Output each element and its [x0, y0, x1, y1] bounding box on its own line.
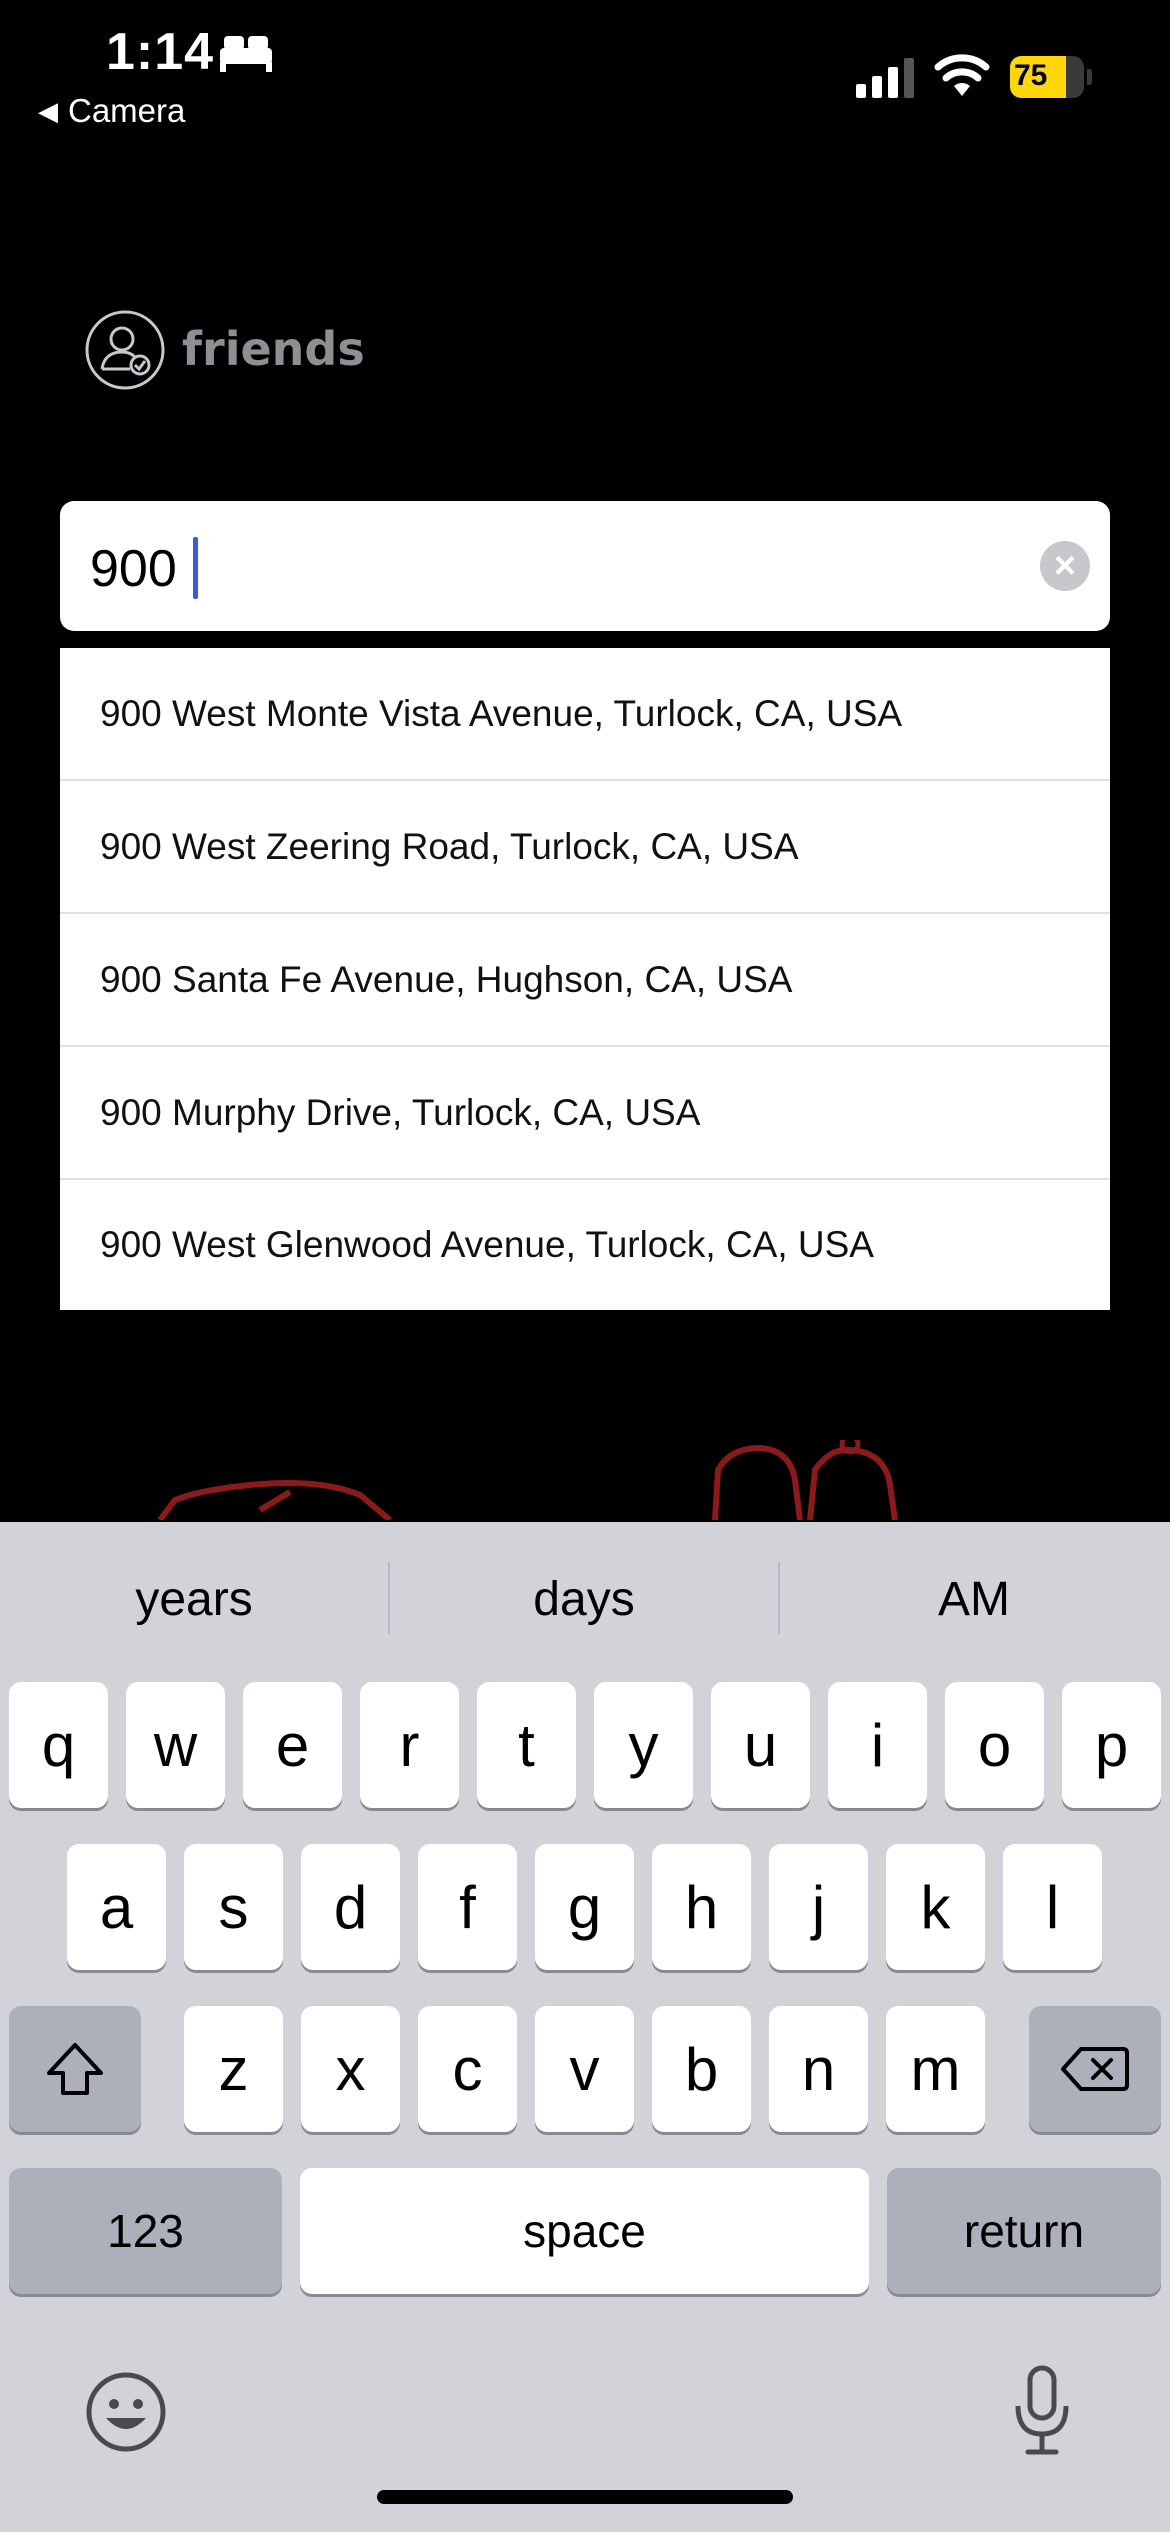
key-a[interactable]: a [67, 1844, 166, 1970]
bed-icon [220, 36, 272, 72]
key-b[interactable]: b [652, 2006, 751, 2132]
status-time: 1:14 [106, 23, 215, 81]
key-f[interactable]: f [418, 1844, 517, 1970]
return-key[interactable]: return [887, 2168, 1161, 2294]
app-logo-text: friends [182, 322, 365, 376]
friend-verified-icon [85, 310, 165, 390]
key-z[interactable]: z [184, 2006, 283, 2132]
back-triangle-icon: ◀ [38, 95, 58, 126]
prediction-days[interactable]: days [390, 1522, 778, 1676]
key-n[interactable]: n [769, 2006, 868, 2132]
suggestions-list: 900 West Monte Vista Avenue, Turlock, CA… [60, 648, 1110, 1310]
battery-charging-icon: 75 [1010, 56, 1092, 98]
key-d[interactable]: d [301, 1844, 400, 1970]
microphone-icon[interactable] [1010, 2364, 1074, 2458]
back-app-label: Camera [68, 92, 186, 129]
key-g[interactable]: g [535, 1844, 634, 1970]
key-l[interactable]: l [1003, 1844, 1102, 1970]
key-v[interactable]: v [535, 2006, 634, 2132]
prediction-years[interactable]: years [0, 1522, 388, 1676]
suggestion-item[interactable]: 900 West Glenwood Avenue, Turlock, CA, U… [60, 1180, 1110, 1310]
shift-icon [47, 2043, 103, 2095]
delete-key[interactable] [1029, 2006, 1161, 2132]
key-k[interactable]: k [886, 1844, 985, 1970]
key-q[interactable]: q [9, 1682, 108, 1808]
key-y[interactable]: y [594, 1682, 693, 1808]
background-illustration [157, 1440, 898, 1520]
numbers-key[interactable]: 123 [9, 2168, 282, 2294]
emoji-icon[interactable] [84, 2370, 168, 2454]
prediction-am[interactable]: AM [780, 1522, 1168, 1676]
home-indicator[interactable] [377, 2490, 793, 2504]
key-t[interactable]: t [477, 1682, 576, 1808]
key-c[interactable]: c [418, 2006, 517, 2132]
clear-icon[interactable]: × [1040, 541, 1090, 591]
suggestion-item[interactable]: 900 West Monte Vista Avenue, Turlock, CA… [60, 648, 1110, 781]
search-value: 900 [90, 540, 177, 598]
text-caret [193, 537, 198, 599]
predictive-text-bar: years days AM [0, 1522, 1170, 1676]
key-x[interactable]: x [301, 2006, 400, 2132]
suggestion-item[interactable]: 900 Santa Fe Avenue, Hughson, CA, USA [60, 914, 1110, 1047]
key-u[interactable]: u [711, 1682, 810, 1808]
suggestion-item[interactable]: 900 West Zeering Road, Turlock, CA, USA [60, 781, 1110, 914]
key-s[interactable]: s [184, 1844, 283, 1970]
key-i[interactable]: i [828, 1682, 927, 1808]
address-search-input[interactable]: 900 × [60, 501, 1110, 631]
key-o[interactable]: o [945, 1682, 1044, 1808]
on-screen-keyboard: years days AM q w e r t y u i o p a s d … [0, 1522, 1170, 2532]
space-key[interactable]: space [300, 2168, 869, 2294]
back-to-camera[interactable]: ◀ Camera [38, 92, 185, 130]
suggestion-item[interactable]: 900 Murphy Drive, Turlock, CA, USA [60, 1047, 1110, 1180]
delete-icon [1061, 2047, 1129, 2091]
key-j[interactable]: j [769, 1844, 868, 1970]
shift-key[interactable] [9, 2006, 141, 2132]
key-m[interactable]: m [886, 2006, 985, 2132]
key-w[interactable]: w [126, 1682, 225, 1808]
key-e[interactable]: e [243, 1682, 342, 1808]
key-p[interactable]: p [1062, 1682, 1161, 1808]
wifi-icon [934, 54, 990, 96]
key-r[interactable]: r [360, 1682, 459, 1808]
cellular-signal-icon [856, 58, 914, 98]
battery-percentage: 75 [1014, 59, 1048, 92]
key-h[interactable]: h [652, 1844, 751, 1970]
